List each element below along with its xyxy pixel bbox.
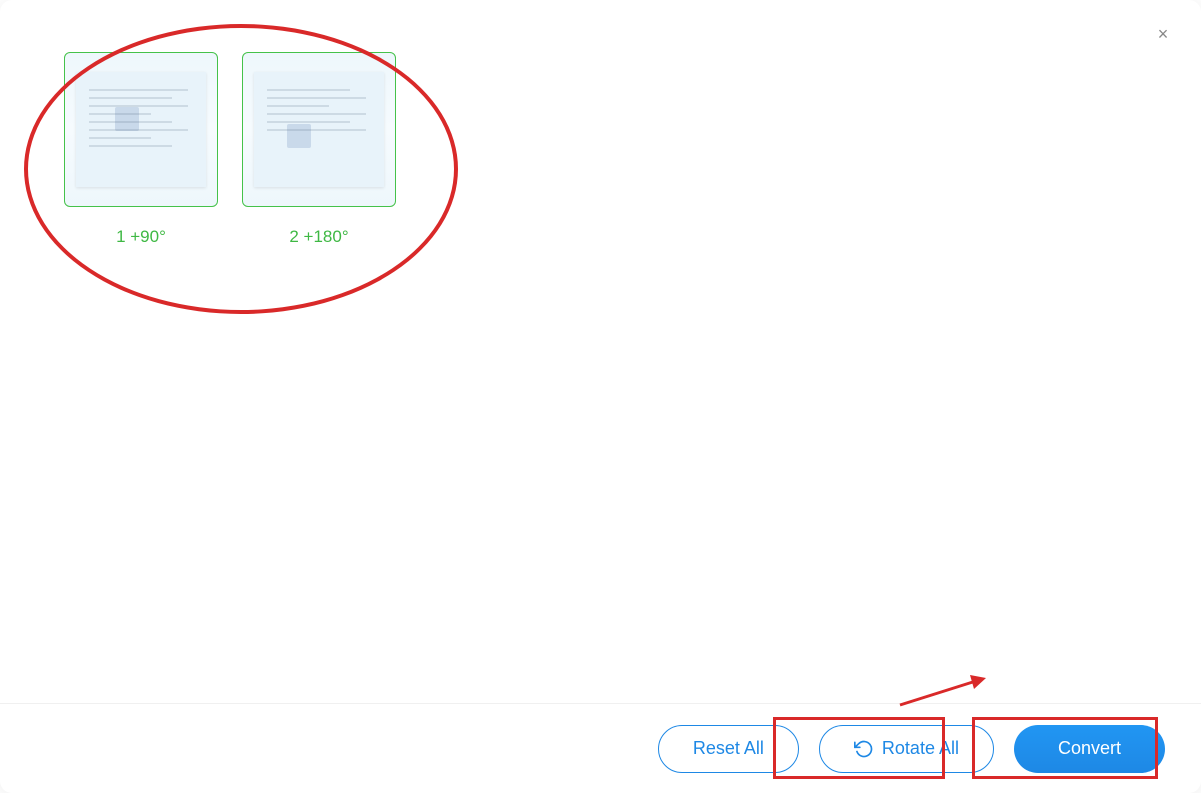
thumbnail-label: 1 +90° (116, 227, 166, 247)
thumbnail-item: 2 +180° (242, 52, 396, 247)
thumbnail-item: 1 +90° (64, 52, 218, 247)
rotate-all-label: Rotate All (882, 738, 959, 759)
reset-all-button[interactable]: Reset All (658, 725, 799, 773)
rotate-ccw-icon (854, 739, 874, 759)
thumbnails-wrapper: 1 +90° (64, 52, 396, 247)
rotate-modal: × (0, 0, 1201, 793)
reset-all-label: Reset All (693, 738, 764, 759)
close-icon: × (1158, 24, 1169, 45)
thumbnail-label: 2 +180° (289, 227, 348, 247)
convert-button[interactable]: Convert (1014, 725, 1165, 773)
convert-label: Convert (1058, 738, 1121, 759)
document-preview-icon (76, 72, 205, 187)
thumbnail-page-2[interactable] (242, 52, 396, 207)
thumbnails-area: 1 +90° (0, 0, 1201, 703)
close-button[interactable]: × (1153, 24, 1173, 44)
document-preview-icon (254, 72, 383, 187)
thumbnails-list: 1 +90° (64, 52, 396, 247)
footer-toolbar: Reset All Rotate All Convert (0, 703, 1201, 793)
thumbnail-page-1[interactable] (64, 52, 218, 207)
rotate-all-button[interactable]: Rotate All (819, 725, 994, 773)
